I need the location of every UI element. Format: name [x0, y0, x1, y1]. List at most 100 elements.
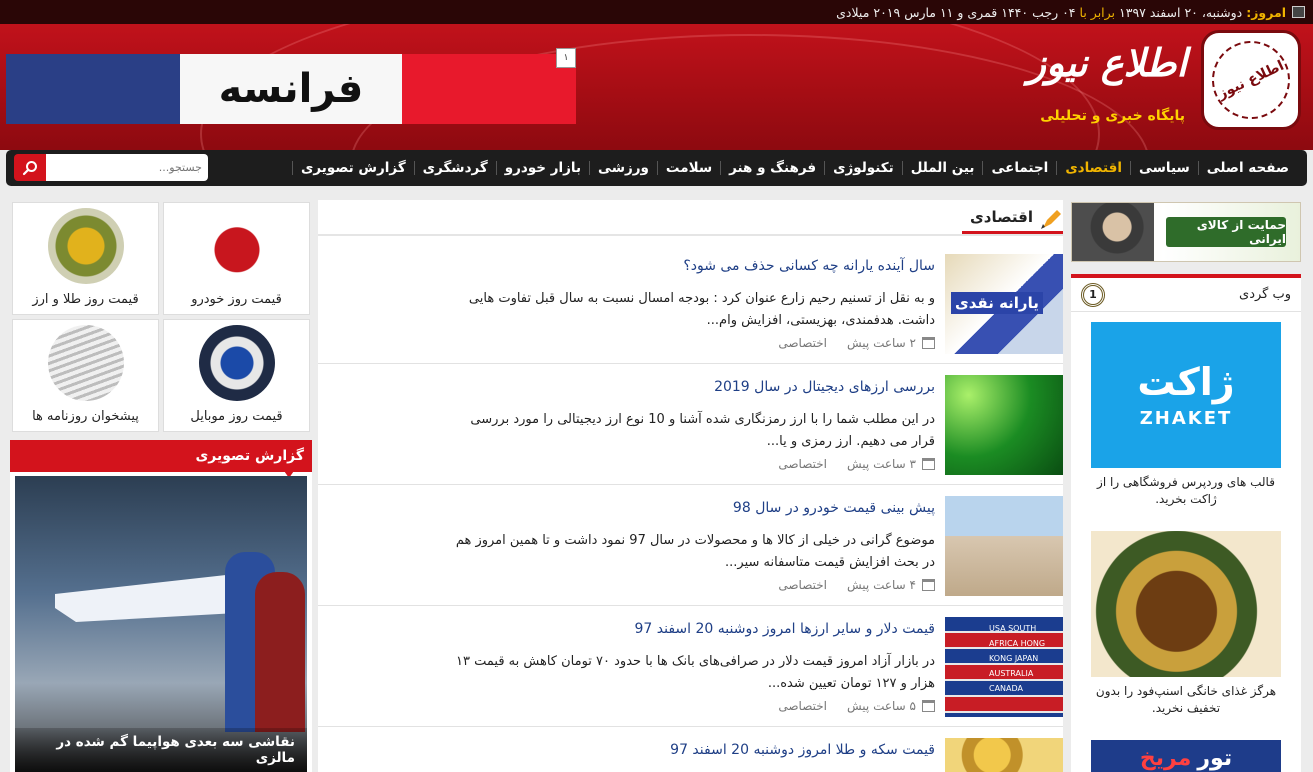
- news-excerpt: و به نقل از تسنیم رحیم زارع عنوان کرد : …: [468, 291, 935, 328]
- news-item[interactable]: قیمت سکه و طلا امروز دوشنبه 20 اسفند 97: [318, 728, 1063, 772]
- sidebar-ad-zhaket[interactable]: ژاکت ZHAKET قالب های وردپرس فروشگاهی را …: [1077, 322, 1295, 508]
- calendar-icon: [922, 700, 935, 712]
- category-label: پیشخوان روزنامه ها: [32, 409, 139, 424]
- news-tag[interactable]: اختصاصی: [778, 457, 827, 471]
- pen-icon: [1041, 210, 1061, 229]
- nav-item-tourism[interactable]: گردشگری: [413, 161, 496, 175]
- news-time: ۲ ساعت پیش: [847, 336, 916, 350]
- equal-label: برابر با: [1079, 4, 1116, 20]
- news-meta: ۵ ساعت پیش اختصاصی: [778, 699, 935, 713]
- news-excerpt: در بازار آزاد امروز قیمت دلار در صرافی‌ه…: [456, 654, 935, 691]
- header-banner-ad[interactable]: فرانسه: [6, 54, 576, 124]
- nav-item-political[interactable]: سیاسی: [1129, 161, 1198, 175]
- calendar-icon: [1292, 6, 1305, 18]
- banner-ad-text: فرانسه: [180, 54, 402, 124]
- news-tag[interactable]: اختصاصی: [778, 578, 827, 592]
- photo-report-caption[interactable]: نقاشی سه بعدی هواپیما گم شده در مالزی: [15, 728, 307, 772]
- nav-item-home[interactable]: صفحه اصلی: [1197, 161, 1297, 175]
- zhaket-logo-fa: ژاکت: [1137, 359, 1235, 404]
- news-time: ۳ ساعت پیش: [847, 457, 916, 471]
- date-rest: ۰۴ رجب ۱۴۴۰ قمری و ۱۱ مارس ۲۰۱۹ میلادی: [836, 4, 1076, 20]
- tour-banner[interactable]: تور مریخ: [1091, 740, 1281, 772]
- calendar-icon: [922, 579, 935, 591]
- iranian-goods-ad[interactable]: حمایت از کالای ایرانی: [1071, 202, 1301, 262]
- sidebar-ad-caption[interactable]: قالب های وردپرس فروشگاهی را از ژاکت بخری…: [1077, 474, 1295, 508]
- category-mobile-prices[interactable]: قیمت روز موبایل: [163, 319, 310, 432]
- news-list-section: اقتصادی یارانه نقدی سال آینده یارانه چه …: [318, 200, 1063, 772]
- calendar-icon: [922, 337, 935, 349]
- category-car-prices[interactable]: قیمت روز خودرو: [163, 202, 310, 315]
- nav-item-international[interactable]: بین الملل: [901, 161, 983, 175]
- news-excerpt: موضوع گرانی در خیلی از کالا ها و محصولات…: [455, 533, 935, 570]
- sidebar-ad-tour[interactable]: تور مریخ: [1077, 740, 1295, 772]
- news-item[interactable]: USA SOUTH AFRICA HONG KONG JAPAN AUSTRAL…: [318, 607, 1063, 727]
- tour-brand-2: مریخ: [1139, 745, 1192, 771]
- site-logo-title[interactable]: اطلاع نیوز: [1028, 40, 1187, 85]
- news-tag[interactable]: اختصاصی: [778, 336, 827, 350]
- search-input[interactable]: [46, 154, 208, 181]
- news-time: ۴ ساعت پیش: [847, 578, 916, 592]
- news-item[interactable]: بررسی ارزهای دیجیتال در سال 2019 در این …: [318, 365, 1063, 485]
- tour-brand-1: تور: [1197, 745, 1233, 771]
- nav-item-sport[interactable]: ورزشی: [589, 161, 657, 175]
- banner-ad-badge[interactable]: ۱: [556, 48, 576, 68]
- iranian-goods-ad-text: حمایت از کالای ایرانی: [1166, 217, 1286, 247]
- news-title[interactable]: قیمت سکه و طلا امروز دوشنبه 20 اسفند 97: [670, 742, 935, 758]
- top-date-bar: امروز: دوشنبه، ۲۰ اسفند ۱۳۹۷ برابر با ۰۴…: [0, 0, 1313, 24]
- zhaket-logo[interactable]: ژاکت ZHAKET: [1091, 322, 1281, 468]
- nav-item-car-market[interactable]: بازار خودرو: [495, 161, 589, 175]
- sidebar-ad-snappfood[interactable]: هرگز غذای خانگی اسنپ‌فود را بدون تخفیف ن…: [1077, 531, 1295, 717]
- logo-seal-text: اطلاع نیوز: [1199, 28, 1303, 132]
- calendar-icon: [922, 458, 935, 470]
- section-header: اقتصادی: [318, 200, 1063, 236]
- news-thumbnail[interactable]: [945, 738, 1063, 772]
- news-meta: ۳ ساعت پیش اختصاصی: [778, 457, 935, 471]
- news-title[interactable]: سال آینده یارانه چه کسانی حذف می شود؟: [683, 258, 935, 274]
- category-label: قیمت روز طلا و ارز: [32, 292, 139, 307]
- news-thumbnail[interactable]: [945, 375, 1063, 475]
- search-box: [14, 154, 208, 181]
- category-newspapers[interactable]: پیشخوان روزنامه ها: [12, 319, 159, 432]
- news-title[interactable]: قیمت دلار و سایر ارزها امروز دوشنبه 20 ا…: [635, 621, 936, 637]
- date-text: دوشنبه، ۲۰ اسفند ۱۳۹۷: [1119, 4, 1243, 20]
- mobile-icon: [198, 325, 275, 401]
- nav-item-social[interactable]: اجتماعی: [982, 161, 1056, 175]
- photo-report-header[interactable]: گزارش تصویری: [10, 440, 312, 472]
- nav-item-culture[interactable]: فرهنگ و هنر: [720, 161, 824, 175]
- news-thumbnail[interactable]: یارانه نقدی: [945, 254, 1063, 354]
- logo-seal[interactable]: اطلاع نیوز: [1199, 28, 1303, 132]
- today-label: امروز:: [1246, 4, 1286, 20]
- search-icon: [22, 160, 37, 175]
- main-navigation: صفحه اصلی سیاسی اقتصادی اجتماعی بین المل…: [6, 150, 1307, 186]
- news-time: ۵ ساعت پیش: [847, 699, 916, 713]
- news-thumbnail[interactable]: USA SOUTH AFRICA HONG KONG JAPAN AUSTRAL…: [945, 617, 1063, 717]
- news-title[interactable]: بررسی ارزهای دیجیتال در سال 2019: [714, 379, 935, 395]
- nav-item-economic[interactable]: اقتصادی: [1056, 161, 1130, 175]
- category-label: قیمت روز خودرو: [191, 292, 282, 307]
- news-thumbnail[interactable]: [945, 496, 1063, 596]
- thumbnail-text: یارانه نقدی: [951, 292, 1043, 314]
- category-label: قیمت روز موبایل: [190, 409, 283, 424]
- news-title[interactable]: پیش بینی قیمت خودرو در سال 98: [733, 500, 935, 516]
- news-excerpt: در این مطلب شما را با ارز رمزنگاری شده آ…: [470, 412, 935, 449]
- food-image[interactable]: [1091, 531, 1281, 677]
- category-gold-prices[interactable]: قیمت روز طلا و ارز: [12, 202, 159, 315]
- news-tag[interactable]: اختصاصی: [778, 699, 827, 713]
- zhaket-logo-en: ZHAKET: [1139, 407, 1233, 429]
- news-meta: ۴ ساعت پیش اختصاصی: [778, 578, 935, 592]
- section-title[interactable]: اقتصادی: [962, 202, 1063, 234]
- sidebar-ad-caption[interactable]: هرگز غذای خانگی اسنپ‌فود را بدون تخفیف ن…: [1077, 683, 1295, 717]
- web-browse-header: وب گردی 1: [1071, 278, 1301, 312]
- news-item[interactable]: یارانه نقدی سال آینده یارانه چه کسانی حذ…: [318, 244, 1063, 364]
- nav-item-photo-report[interactable]: گزارش تصویری: [292, 161, 414, 175]
- nav-item-technology[interactable]: تکنولوژی: [824, 161, 902, 175]
- gold-icon: [47, 208, 124, 284]
- search-button[interactable]: [14, 154, 46, 181]
- nav-item-health[interactable]: سلامت: [656, 161, 720, 175]
- news-item[interactable]: پیش بینی قیمت خودرو در سال 98 موضوع گران…: [318, 486, 1063, 606]
- price-categories: قیمت روز خودرو قیمت روز طلا و ارز قیمت ر…: [12, 202, 310, 432]
- site-logo-subtitle: پایگاه خبری و تحلیلی: [1040, 108, 1185, 124]
- thumbnail-text: USA SOUTH AFRICA HONG KONG JAPAN AUSTRAL…: [989, 624, 1046, 693]
- web-browse-badge: 1: [1081, 282, 1105, 307]
- flag-red-stripe: [402, 54, 576, 124]
